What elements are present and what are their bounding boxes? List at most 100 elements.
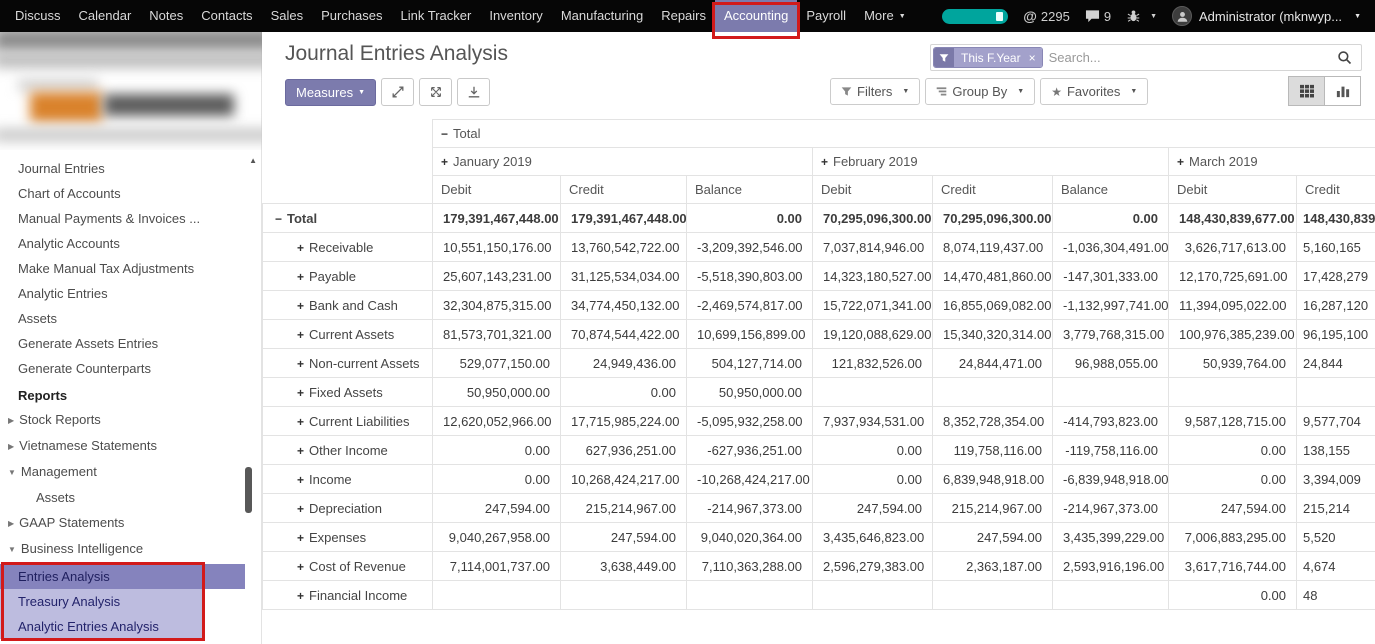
download-button[interactable] <box>457 78 490 106</box>
topbar-item-purchases[interactable]: Purchases <box>312 0 391 32</box>
sidebar-item-stock-reports[interactable]: ▶Stock Reports <box>0 407 261 433</box>
pivot-row-header[interactable]: −Total <box>263 204 433 233</box>
mentions-indicator[interactable]: @ 2295 <box>1023 8 1070 24</box>
sidebar-item-analytic-entries-analysis[interactable]: Analytic Entries Analysis <box>0 614 204 639</box>
pivot-row-header[interactable]: +Other Income <box>263 436 433 465</box>
pivot-measure-header[interactable]: Credit <box>561 176 687 204</box>
pivot-row-header[interactable]: +Non-current Assets <box>263 349 433 378</box>
pivot-row-header[interactable]: +Cost of Revenue <box>263 552 433 581</box>
topbar-item-accounting[interactable]: Accounting <box>715 0 797 32</box>
sidebar-item-management[interactable]: ▼Management <box>0 459 261 485</box>
expand-toggle-icon[interactable]: + <box>297 473 304 487</box>
search-bar[interactable]: This F.Year × <box>930 44 1362 71</box>
collapse-toggle-icon[interactable]: − <box>441 127 448 141</box>
pivot-col-group[interactable]: +February 2019 <box>813 148 1169 176</box>
expand-toggle-icon[interactable]: + <box>297 328 304 342</box>
expand-toggle-icon[interactable]: + <box>297 502 304 516</box>
pivot-row-header[interactable]: +Bank and Cash <box>263 291 433 320</box>
pivot-row-header[interactable]: +Current Assets <box>263 320 433 349</box>
topbar-item-contacts[interactable]: Contacts <box>192 0 261 32</box>
filters-button[interactable]: Filters▼ <box>830 78 920 105</box>
sidebar-item-gaap-statements[interactable]: ▶GAAP Statements <box>0 510 261 536</box>
pivot-row-header[interactable]: +Fixed Assets <box>263 378 433 407</box>
expand-toggle-icon[interactable]: + <box>297 270 304 284</box>
chevron-down-icon: ▼ <box>8 464 16 481</box>
pivot-measure-header[interactable]: Debit <box>433 176 561 204</box>
search-facet[interactable]: This F.Year × <box>933 47 1043 68</box>
pivot-col-group-total[interactable]: −Total <box>433 120 1375 148</box>
sidebar-item-vietnamese-statements[interactable]: ▶Vietnamese Statements <box>0 433 261 459</box>
flip-axis-button[interactable] <box>419 78 452 106</box>
pivot-measure-header[interactable]: Balance <box>687 176 813 204</box>
sidebar-item-analytic-accounts[interactable]: Analytic Accounts <box>0 231 261 256</box>
topbar-item-link-tracker[interactable]: Link Tracker <box>392 0 481 32</box>
expand-toggle-icon[interactable]: + <box>297 560 304 574</box>
sidebar-item-assets[interactable]: Assets <box>0 306 261 331</box>
topbar-item-payroll[interactable]: Payroll <box>797 0 855 32</box>
expand-toggle-icon[interactable]: + <box>297 415 304 429</box>
expand-all-button[interactable] <box>381 78 414 106</box>
search-input[interactable] <box>1043 48 1330 67</box>
favorites-button[interactable]: ★ Favorites▼ <box>1040 78 1148 105</box>
pivot-cell: -5,095,932,258.00 <box>687 407 813 436</box>
sidebar-item-business-intelligence[interactable]: ▼Business Intelligence <box>0 536 261 562</box>
expand-toggle-icon[interactable]: + <box>297 241 304 255</box>
pivot-row-header[interactable]: +Expenses <box>263 523 433 552</box>
topbar-item-discuss[interactable]: Discuss <box>6 0 70 32</box>
sidebar-item-chart-of-accounts[interactable]: Chart of Accounts <box>0 181 261 206</box>
measures-button[interactable]: Measures▼ <box>285 79 376 106</box>
pivot-row-header[interactable]: +Receivable <box>263 233 433 262</box>
sidebar-item-treasury-analysis[interactable]: Treasury Analysis <box>0 589 204 614</box>
group-by-button[interactable]: Group By▼ <box>925 78 1035 105</box>
messages-indicator[interactable]: 9 <box>1085 9 1111 24</box>
topbar-item-repairs[interactable]: Repairs <box>652 0 715 32</box>
topbar-item-inventory[interactable]: Inventory <box>480 0 551 32</box>
systray-apps[interactable]: ▼ <box>1126 9 1157 23</box>
expand-toggle-icon[interactable]: + <box>297 589 304 603</box>
pivot-col-group[interactable]: +March 2019 <box>1169 148 1375 176</box>
sidebar-item-entries-analysis[interactable]: Entries Analysis <box>0 564 245 589</box>
sidebar-item-manual-payments-invoices[interactable]: Manual Payments & Invoices ... <box>0 206 261 231</box>
expand-toggle-icon[interactable]: + <box>821 155 828 169</box>
pivot-measure-header[interactable]: Debit <box>813 176 933 204</box>
pivot-measure-header[interactable]: Balance <box>1053 176 1169 204</box>
pivot-measure-header[interactable]: Credit <box>1297 176 1375 204</box>
sidebar-scrollbar-thumb[interactable] <box>245 467 252 513</box>
pivot-cell: 3,435,399,229.00 <box>1053 523 1169 552</box>
pivot-row-header[interactable]: +Financial Income <box>263 581 433 610</box>
sidebar-item-generate-counterparts[interactable]: Generate Counterparts <box>0 356 261 381</box>
pivot-cell: 50,939,764.00 <box>1169 349 1297 378</box>
timer-progress-bar[interactable] <box>942 9 1008 24</box>
pivot-measure-header[interactable]: Credit <box>933 176 1053 204</box>
pivot-view-button[interactable] <box>1288 76 1325 106</box>
topbar-item-calendar[interactable]: Calendar <box>70 0 141 32</box>
expand-toggle-icon[interactable]: + <box>1177 155 1184 169</box>
pivot-col-group[interactable]: +January 2019 <box>433 148 813 176</box>
facet-remove-icon[interactable]: × <box>1028 48 1042 67</box>
sidebar-item-generate-assets-entries[interactable]: Generate Assets Entries <box>0 331 261 356</box>
search-icon[interactable] <box>1337 50 1352 65</box>
expand-toggle-icon[interactable]: + <box>297 531 304 545</box>
expand-toggle-icon[interactable]: + <box>297 386 304 400</box>
pivot-row-header[interactable]: +Current Liabilities <box>263 407 433 436</box>
topbar-item-more[interactable]: More▼ <box>855 0 915 32</box>
expand-toggle-icon[interactable]: + <box>297 299 304 313</box>
scroll-up-icon[interactable]: ▲ <box>249 156 257 165</box>
expand-toggle-icon[interactable]: + <box>297 357 304 371</box>
sidebar-item-journal-entries[interactable]: Journal Entries <box>0 156 261 181</box>
pivot-row-header[interactable]: +Income <box>263 465 433 494</box>
collapse-toggle-icon[interactable]: − <box>275 212 282 226</box>
topbar-item-manufacturing[interactable]: Manufacturing <box>552 0 652 32</box>
sidebar-item-analytic-entries[interactable]: Analytic Entries <box>0 281 261 306</box>
pivot-row-header[interactable]: +Payable <box>263 262 433 291</box>
graph-view-button[interactable] <box>1324 76 1361 106</box>
sidebar-item-make-manual-tax-adjustments[interactable]: Make Manual Tax Adjustments <box>0 256 261 281</box>
pivot-measure-header[interactable]: Debit <box>1169 176 1297 204</box>
expand-toggle-icon[interactable]: + <box>297 444 304 458</box>
topbar-item-sales[interactable]: Sales <box>262 0 313 32</box>
sidebar-item-management-assets[interactable]: Assets <box>0 485 261 510</box>
topbar-item-notes[interactable]: Notes <box>140 0 192 32</box>
pivot-row-header[interactable]: +Depreciation <box>263 494 433 523</box>
user-menu[interactable]: Administrator (mknwyp... ▼ <box>1172 6 1361 26</box>
expand-toggle-icon[interactable]: + <box>441 155 448 169</box>
